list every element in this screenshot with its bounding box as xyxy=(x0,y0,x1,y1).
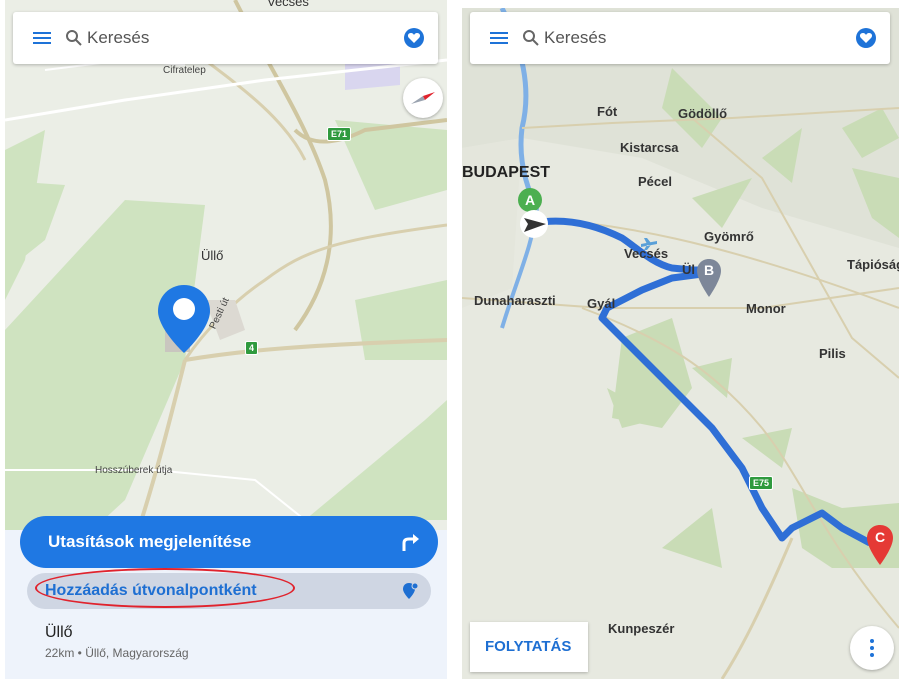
more-vertical-icon[interactable] xyxy=(850,626,894,670)
right-screen: Fót Gödöllő Kistarcsa BUDAPEST Pécel Vec… xyxy=(462,8,899,679)
search-bar[interactable]: Keresés xyxy=(13,12,438,64)
map-label-kistarcsa: Kistarcsa xyxy=(620,140,679,155)
add-waypoint-pin-icon xyxy=(403,582,419,599)
waypoint-b-label: B xyxy=(703,262,715,278)
continue-button[interactable]: FOLYTATÁS xyxy=(470,622,588,672)
place-details: 22km • Üllő, Magyarország xyxy=(45,646,189,660)
map-label-hosszuberek: Hosszúberek útja xyxy=(95,465,173,476)
map-label-cifratelep: Cifratelep xyxy=(163,65,206,76)
map-label-kunpeszer: Kunpeszér xyxy=(608,621,675,636)
navigation-arrow-icon xyxy=(520,210,548,238)
map-label-budapest: BUDAPEST xyxy=(462,164,551,181)
map-label-pilis: Pilis xyxy=(819,346,846,361)
left-screen: Vecsés Cifratelep E71 Üllő Pesti út 4 Ho… xyxy=(5,0,447,679)
waypoint-c-marker[interactable]: C xyxy=(866,524,894,566)
compass-icon[interactable] xyxy=(403,78,443,118)
map-label-fot: Fót xyxy=(597,104,618,119)
map-label-gyal: Gyál xyxy=(587,296,616,311)
turn-right-arrow-icon xyxy=(402,534,419,551)
highlight-ellipse xyxy=(35,568,295,608)
road-shield-4: 4 xyxy=(245,341,259,355)
map-label-godollo: Gödöllő xyxy=(678,106,728,121)
road-shield-e71: E71 xyxy=(327,127,352,141)
search-bar[interactable]: Keresés xyxy=(470,12,890,64)
search-icon xyxy=(66,30,82,46)
search-icon xyxy=(523,30,539,46)
map-label-dunaharaszti: Dunaharaszti xyxy=(474,293,556,308)
map-label-vecses: Vecsés xyxy=(267,0,309,9)
location-pin-icon[interactable] xyxy=(156,283,212,357)
show-directions-button[interactable]: Utasítások megjelenítése xyxy=(20,516,438,568)
waypoint-c-label: C xyxy=(874,529,886,545)
search-placeholder[interactable]: Keresés xyxy=(544,28,606,48)
map-label-tapiosag: Tápióság xyxy=(847,257,899,272)
map-label-ullo: Üllő xyxy=(201,248,224,263)
map-label-gyomro: Gyömrő xyxy=(704,229,754,244)
waypoint-b-marker[interactable]: B xyxy=(696,258,722,298)
menu-icon[interactable] xyxy=(490,32,508,45)
map-label-pecel: Pécel xyxy=(638,174,672,189)
map-label-ullo: Ül xyxy=(682,262,695,277)
map-label-monor: Monor xyxy=(746,301,786,316)
airport-icon xyxy=(641,238,657,250)
place-name: Üllő xyxy=(45,624,73,641)
favorites-heart-icon[interactable] xyxy=(856,28,876,48)
menu-icon[interactable] xyxy=(33,32,51,45)
show-directions-label: Utasítások megjelenítése xyxy=(48,532,252,551)
favorites-heart-icon[interactable] xyxy=(404,28,424,48)
continue-label: FOLYTATÁS xyxy=(485,638,572,655)
search-placeholder[interactable]: Keresés xyxy=(87,28,149,48)
road-shield-e75: E75 xyxy=(749,476,774,490)
